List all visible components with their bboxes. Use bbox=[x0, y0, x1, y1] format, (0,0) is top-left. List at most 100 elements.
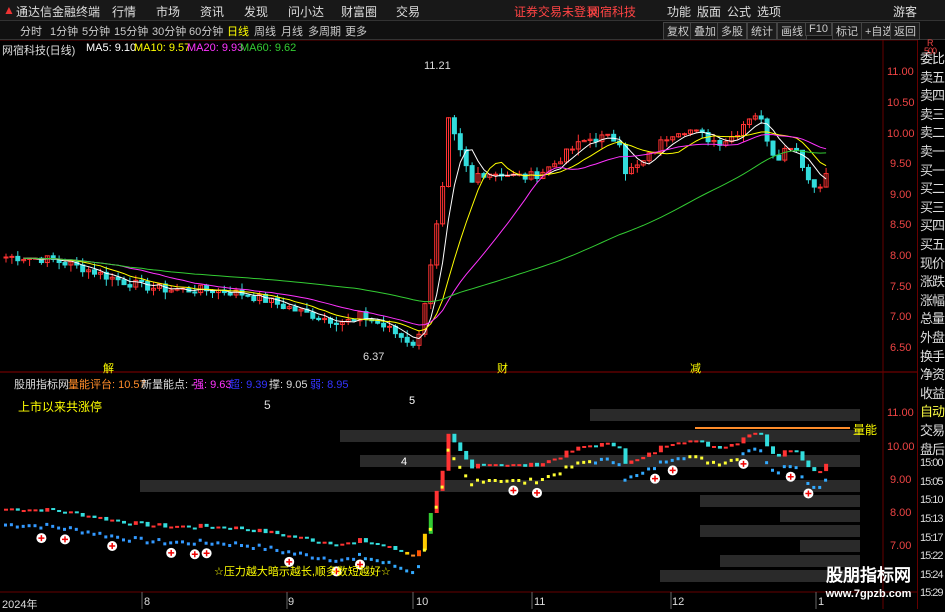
period-30m[interactable]: 30分钟 bbox=[152, 23, 186, 39]
panel-item[interactable]: 15:22 bbox=[920, 550, 944, 562]
trend-dot bbox=[464, 474, 468, 478]
sub-candle bbox=[310, 538, 315, 542]
menu-quotes[interactable]: 行情 bbox=[112, 3, 136, 20]
sub-candle bbox=[794, 450, 799, 453]
sub-candle bbox=[304, 536, 309, 539]
panel-item[interactable]: 卖一 bbox=[920, 141, 945, 160]
mark-button[interactable]: 标记 bbox=[832, 22, 862, 40]
panel-item[interactable]: 买五 bbox=[920, 234, 945, 253]
chart-canvas[interactable] bbox=[0, 40, 917, 609]
candle-body bbox=[817, 186, 823, 189]
trend-dot bbox=[782, 465, 786, 469]
menu-news[interactable]: 资讯 bbox=[200, 3, 224, 20]
candle-body bbox=[623, 144, 628, 175]
panel-item[interactable]: 交易 bbox=[920, 420, 945, 439]
panel-item[interactable]: 涨跌 bbox=[920, 271, 945, 290]
menu-ask[interactable]: 问小达 bbox=[288, 3, 324, 20]
watermark-url: www.7gpzb.com bbox=[825, 588, 912, 600]
panel-item[interactable]: 卖四 bbox=[920, 85, 945, 104]
trend-dot bbox=[806, 481, 810, 485]
panel-item[interactable]: 15:00 bbox=[920, 457, 944, 469]
menu-market[interactable]: 市场 bbox=[156, 3, 180, 20]
stock-tag: 网宿科技 bbox=[588, 5, 637, 19]
adjust-button[interactable]: 复权 bbox=[663, 22, 693, 40]
period-multi[interactable]: 多周期 bbox=[308, 23, 341, 39]
period-monthly[interactable]: 月线 bbox=[281, 23, 303, 39]
panel-item[interactable]: 涨幅 bbox=[920, 290, 945, 309]
sub-candle bbox=[800, 451, 805, 461]
panel-item[interactable]: 买四 bbox=[920, 215, 945, 234]
panel-item[interactable]: 收益 bbox=[920, 383, 945, 402]
volume-profile-bar bbox=[700, 525, 860, 537]
panel-item[interactable]: 买一 bbox=[920, 160, 945, 179]
menu-wealth[interactable]: 财富圈 bbox=[341, 3, 377, 20]
trend-dot bbox=[363, 557, 367, 561]
menu-formula[interactable]: 公式 bbox=[727, 3, 751, 20]
sub-candle bbox=[381, 544, 386, 547]
sub-candle bbox=[334, 544, 339, 547]
panel-item[interactable]: 15:29 bbox=[920, 587, 944, 599]
panel-item[interactable]: 自动 bbox=[920, 401, 945, 420]
x-tick: 8 bbox=[144, 596, 151, 608]
panel-item[interactable]: 换手 bbox=[920, 346, 945, 365]
period-weekly[interactable]: 周线 bbox=[254, 23, 276, 39]
trend-dot bbox=[287, 550, 291, 554]
login-notice[interactable]: 证券交易未登录 bbox=[514, 3, 598, 20]
trend-dot bbox=[257, 543, 261, 547]
trend-dot bbox=[4, 523, 7, 527]
menu-options[interactable]: 选项 bbox=[757, 3, 781, 20]
panel-item[interactable]: 15:10 bbox=[920, 494, 944, 506]
stats-button[interactable]: 统计 bbox=[747, 22, 777, 40]
panel-item[interactable]: 卖二 bbox=[920, 122, 945, 141]
back-button[interactable]: 返回 bbox=[890, 22, 920, 40]
draw-button[interactable]: 画线 bbox=[777, 22, 807, 40]
menu-layout[interactable]: 版面 bbox=[697, 3, 721, 20]
sub-candle bbox=[658, 445, 663, 453]
period-5m[interactable]: 5分钟 bbox=[82, 23, 110, 39]
panel-item[interactable]: 委比 bbox=[920, 48, 945, 67]
panel-item[interactable]: 盘后 bbox=[920, 439, 945, 458]
menu-trade[interactable]: 交易 bbox=[396, 3, 420, 20]
main-title: 网宿科技(日线) bbox=[2, 45, 76, 57]
period-intraday[interactable]: 分时 bbox=[20, 23, 42, 39]
period-1m[interactable]: 1分钟 bbox=[50, 23, 78, 39]
panel-item[interactable]: 净资 bbox=[920, 364, 945, 383]
period-more[interactable]: 更多 bbox=[345, 23, 367, 39]
sub-candle bbox=[765, 434, 770, 447]
limit-marker-4: 4 bbox=[401, 456, 408, 468]
guest-button[interactable]: 游客 bbox=[893, 3, 917, 20]
panel-item[interactable]: 外盘 bbox=[920, 327, 945, 346]
trend-dot bbox=[812, 485, 816, 489]
period-60m[interactable]: 60分钟 bbox=[189, 23, 223, 39]
limit-up-count: 5 bbox=[264, 398, 271, 412]
x-tick: 11 bbox=[534, 596, 546, 608]
f10-button[interactable]: F10 bbox=[805, 22, 832, 36]
panel-item[interactable]: 15:13 bbox=[920, 513, 944, 525]
high-label: 11.21 bbox=[424, 60, 451, 72]
multi-stock-button[interactable]: 多股 bbox=[717, 22, 747, 40]
menu-discover[interactable]: 发现 bbox=[244, 3, 268, 20]
panel-item[interactable]: 卖五 bbox=[920, 67, 945, 86]
trend-dot bbox=[446, 448, 450, 452]
panel-item[interactable]: 卖三 bbox=[920, 104, 945, 123]
trend-dot bbox=[45, 522, 49, 526]
period-15m[interactable]: 15分钟 bbox=[114, 23, 148, 39]
sub-candle bbox=[363, 538, 368, 543]
sub-p1: 量能评台: 10.57 bbox=[68, 379, 146, 391]
panel-item[interactable]: 买二 bbox=[920, 178, 945, 197]
sub-candle bbox=[245, 529, 250, 532]
panel-item[interactable]: 总量 bbox=[920, 308, 945, 327]
trend-dot bbox=[617, 463, 621, 467]
panel-item[interactable]: 15:24 bbox=[920, 569, 944, 581]
trend-dot bbox=[653, 467, 656, 471]
overlay-button[interactable]: 叠加 bbox=[690, 22, 720, 40]
sub-candle bbox=[358, 538, 362, 544]
tag-jian: 减 bbox=[690, 363, 701, 375]
period-daily[interactable]: 日线 bbox=[227, 23, 249, 39]
ma5-legend: MA5: 9.10 bbox=[86, 42, 137, 54]
panel-item[interactable]: 买三 bbox=[920, 197, 945, 216]
menu-function[interactable]: 功能 bbox=[667, 3, 691, 20]
panel-item[interactable]: 现价 bbox=[920, 253, 945, 272]
panel-item[interactable]: 15:05 bbox=[920, 476, 944, 488]
panel-item[interactable]: 15:17 bbox=[920, 532, 944, 544]
